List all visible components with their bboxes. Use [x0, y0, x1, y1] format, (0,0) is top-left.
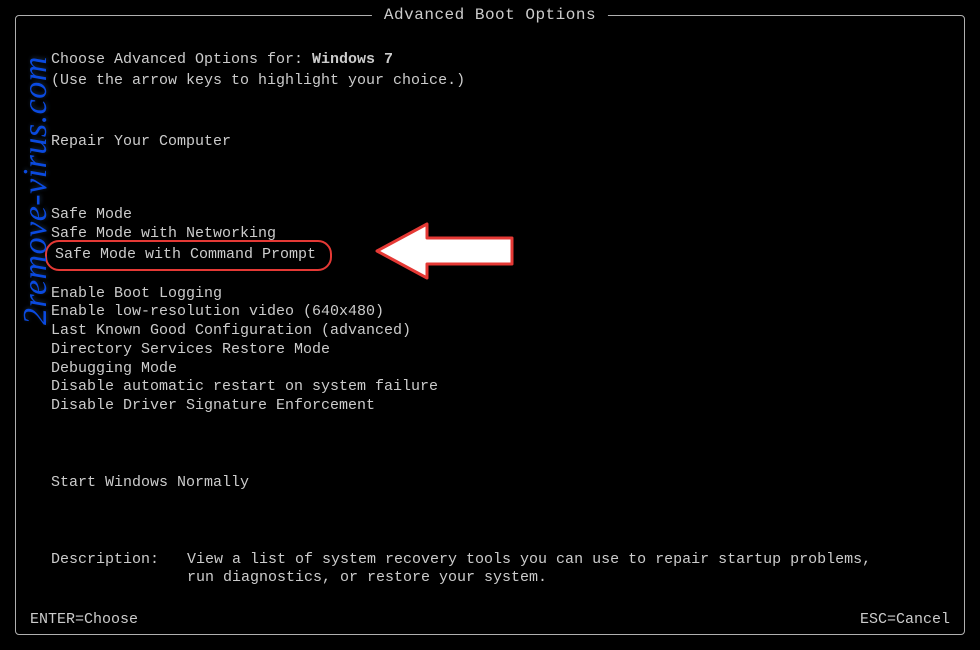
- opt-safe-mode-command-prompt[interactable]: Safe Mode with Command Prompt: [51, 244, 929, 267]
- opt-safe-mode-command-prompt-label: Safe Mode with Command Prompt: [55, 246, 316, 263]
- opt-directory-services-restore[interactable]: Directory Services Restore Mode: [51, 341, 929, 360]
- opt-disable-auto-restart[interactable]: Disable automatic restart on system fail…: [51, 378, 929, 397]
- description-label: Description:: [51, 551, 167, 589]
- content-area: Choose Advanced Options for: Windows 7 (…: [16, 16, 964, 598]
- choose-prefix: Choose Advanced Options for:: [51, 51, 312, 68]
- footer-enter: ENTER=Choose: [30, 611, 138, 628]
- opt-repair-computer[interactable]: Repair Your Computer: [51, 133, 929, 152]
- os-name: Windows 7: [312, 51, 393, 68]
- description-text: View a list of system recovery tools you…: [187, 551, 887, 589]
- opt-start-normally[interactable]: Start Windows Normally: [51, 474, 929, 493]
- opt-last-known-good[interactable]: Last Known Good Configuration (advanced): [51, 322, 929, 341]
- opt-safe-mode-networking[interactable]: Safe Mode with Networking: [51, 225, 929, 244]
- hint-line: (Use the arrow keys to highlight your ch…: [51, 72, 929, 91]
- opt-debugging-mode[interactable]: Debugging Mode: [51, 360, 929, 379]
- opt-safe-mode[interactable]: Safe Mode: [51, 206, 929, 225]
- opt-low-res-video[interactable]: Enable low-resolution video (640x480): [51, 303, 929, 322]
- normal-group: Start Windows Normally: [51, 474, 929, 493]
- choose-line: Choose Advanced Options for: Windows 7: [51, 51, 929, 70]
- description-block: Description: View a list of system recov…: [51, 551, 929, 589]
- opt-disable-driver-signature[interactable]: Disable Driver Signature Enforcement: [51, 397, 929, 416]
- safe-mode-group: Safe Mode Safe Mode with Networking Safe…: [51, 206, 929, 266]
- options-group: Enable Boot Logging Enable low-resolutio…: [51, 285, 929, 416]
- screen-title: Advanced Boot Options: [372, 6, 608, 24]
- boot-options-frame: Advanced Boot Options Choose Advanced Op…: [15, 15, 965, 635]
- footer-esc: ESC=Cancel: [860, 611, 950, 628]
- opt-enable-boot-logging[interactable]: Enable Boot Logging: [51, 285, 929, 304]
- footer-bar: ENTER=Choose ESC=Cancel: [30, 611, 950, 628]
